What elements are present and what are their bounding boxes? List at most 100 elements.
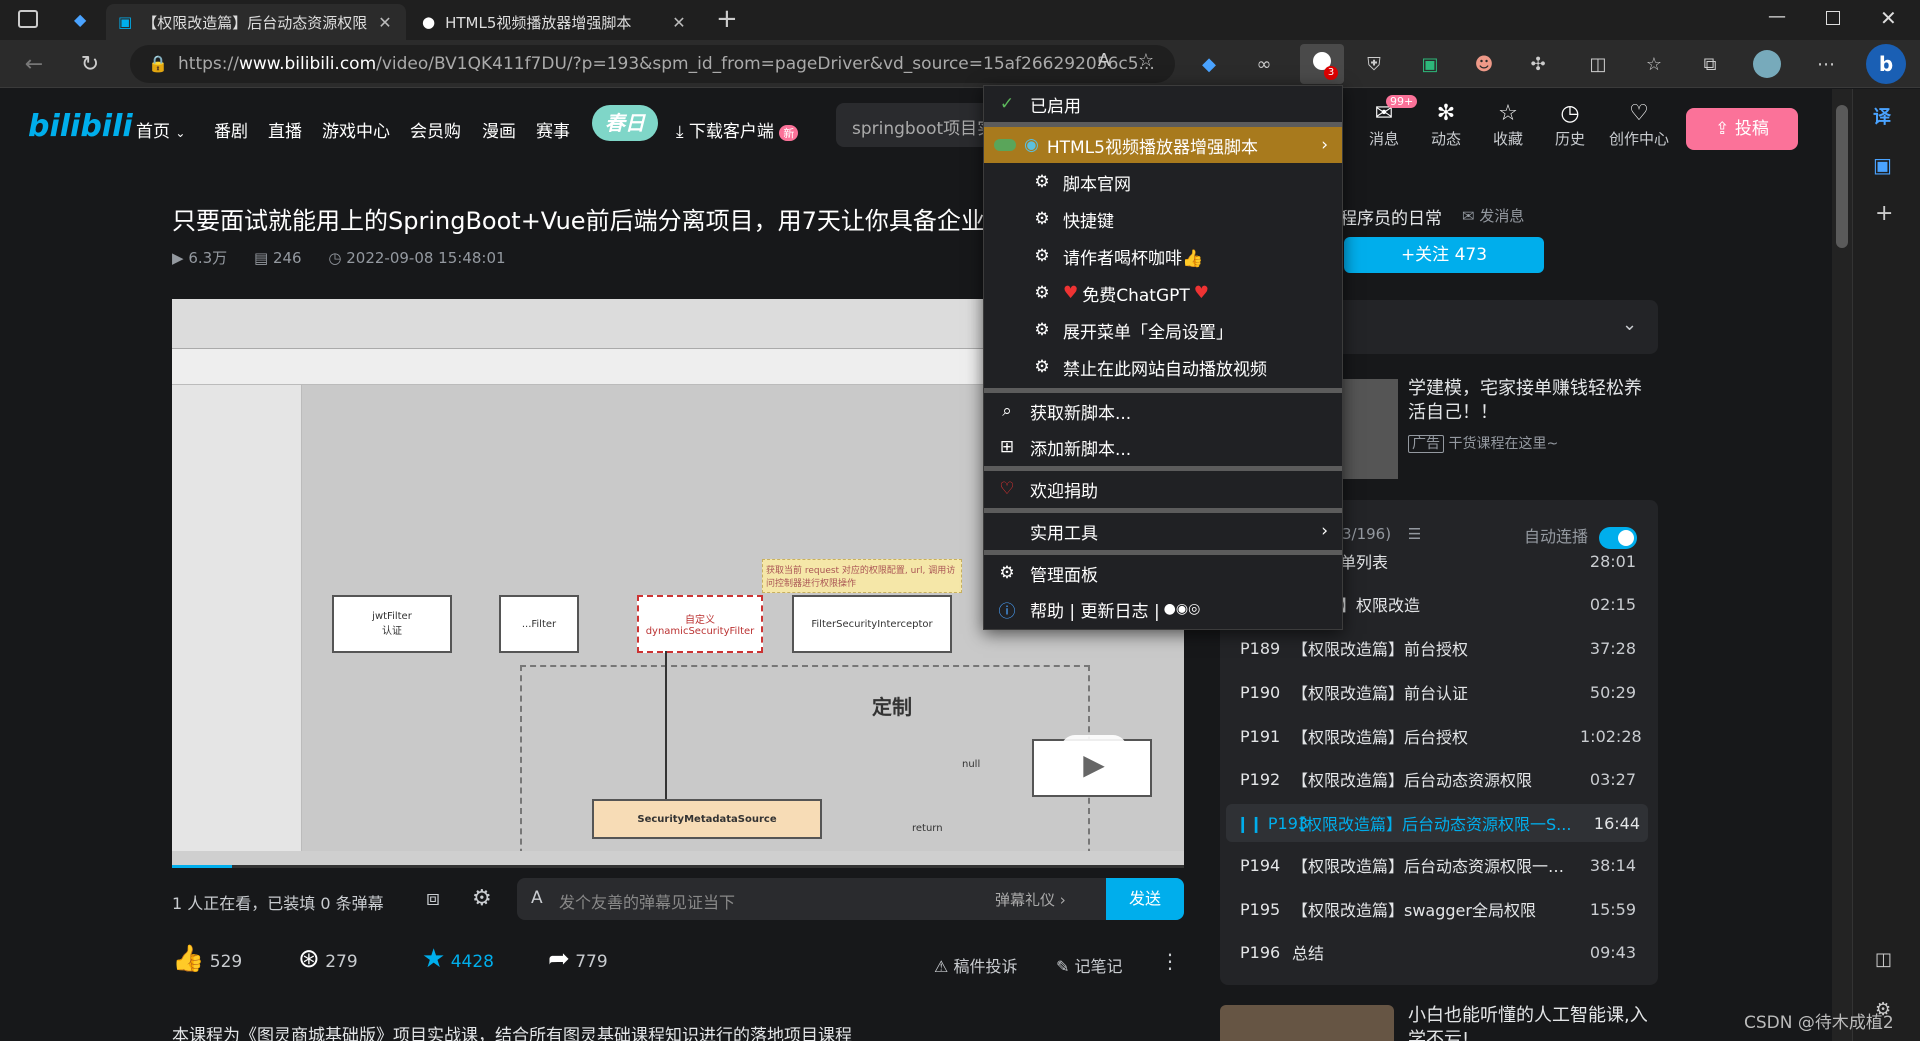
extension-infinity-icon[interactable]: ∞ <box>1250 50 1278 78</box>
translate-icon[interactable]: 译 <box>1873 103 1891 129</box>
add-sidebar-icon[interactable]: + <box>1875 201 1893 226</box>
bilibili-page: bilibili 首页 ⌄ 番剧 直播 游戏中心 会员购 漫画 赛事 春日 ⤓ … <box>0 89 1832 1041</box>
like-button[interactable]: 👍 529 <box>172 944 242 974</box>
back-icon[interactable]: ← <box>20 50 48 78</box>
send-message[interactable]: ✉ 发消息 <box>1462 205 1524 226</box>
coin-button[interactable]: ⊛ 279 <box>298 944 358 974</box>
follow-button[interactable]: +关注 473 <box>1344 237 1544 273</box>
playlist-item[interactable]: P196 总结 09:43 <box>1220 935 1650 969</box>
sidebar-layout-icon[interactable]: ◫ <box>1875 949 1892 970</box>
scroll-thumb[interactable] <box>1836 105 1848 248</box>
bilibili-sidebar-icon[interactable]: ▣ <box>1873 153 1892 177</box>
read-aloud-icon[interactable]: A <box>1090 46 1118 74</box>
download-client[interactable]: ⤓ 下载客户端 新 <box>676 117 799 142</box>
header-favorites[interactable]: ☆ 收藏 <box>1480 101 1536 149</box>
tampermonkey-button[interactable]: 3 <box>1300 44 1344 84</box>
close-tab-icon[interactable]: ✕ <box>670 13 688 32</box>
header-dynamic[interactable]: ✻ 动态 <box>1418 101 1474 149</box>
more-icon[interactable]: ⋯ <box>1812 50 1840 78</box>
close-tab-icon[interactable]: ✕ <box>376 13 394 32</box>
search-input[interactable]: springboot项目实 <box>836 103 996 147</box>
extensions-icon[interactable]: ✣ <box>1524 50 1552 78</box>
minimize-icon[interactable]: — <box>1768 6 1786 27</box>
report-button[interactable]: ⚠ 稿件投诉 <box>934 953 1017 977</box>
menu-script-site[interactable]: ⚙ 脚本官网 <box>984 164 1342 200</box>
playlist-item[interactable]: P190 【权限改造篇】前台认证 50:29 <box>1220 675 1650 709</box>
nav-live[interactable]: 直播 <box>268 117 302 142</box>
extension-gem-icon[interactable]: ◆ <box>1195 50 1223 78</box>
upload-button[interactable]: ⇪ 投稿 <box>1686 108 1798 150</box>
header-messages[interactable]: ✉ 消息 99+ <box>1356 95 1418 149</box>
nav-match[interactable]: 赛事 <box>536 117 570 142</box>
danmaku-settings-icon[interactable]: ⚙ <box>472 886 492 911</box>
tab-strip: ◆ ▣ 【权限改造篇】后台动态资源权限 ✕ ● HTML5视频播放器增强脚本 ✕… <box>0 0 1920 40</box>
share-button[interactable]: ➦ 779 <box>548 944 608 974</box>
nav-bangumi[interactable]: 番剧 <box>214 117 248 142</box>
menu-disable-autoplay[interactable]: ⚙ 禁止在此网站自动播放视频 <box>984 349 1342 385</box>
more-vertical-icon[interactable]: ⋮ <box>1160 949 1180 973</box>
play-icon[interactable]: ▶ <box>1061 735 1127 795</box>
shield-icon[interactable]: ⛨ <box>1360 50 1388 78</box>
new-tab-icon[interactable]: + <box>716 4 738 34</box>
script-toggle[interactable] <box>994 139 1016 151</box>
playlist-item[interactable]: P189 【权限改造篇】前台授权 37:28 <box>1220 631 1650 665</box>
progress-track[interactable] <box>172 865 1184 868</box>
profile-avatar[interactable] <box>1753 50 1781 78</box>
font-style-icon[interactable]: A <box>531 888 543 908</box>
menu-global-settings[interactable]: ⚙ 展开菜单「全局设置」 <box>984 312 1342 348</box>
menu-help[interactable]: ⓘ 帮助 | 更新日志 | ●◉◎ <box>984 591 1342 627</box>
collections-icon[interactable]: ⧉ <box>1696 50 1724 78</box>
maximize-icon[interactable] <box>1826 11 1840 25</box>
send-button[interactable]: 发送 <box>1106 878 1184 920</box>
rec-thumbnail[interactable] <box>1220 1005 1394 1041</box>
danmaku-input[interactable]: A 发个友善的弹幕见证当下 弹幕礼仪 › 发送 <box>517 878 1184 920</box>
list-icon[interactable]: ☰ <box>1408 525 1421 543</box>
playlist-item[interactable]: P195 【权限改造篇】swagger全局权限 15:59 <box>1220 892 1650 926</box>
playlist-item[interactable]: P191 【权限改造篇】后台授权 1:02:28 <box>1220 719 1650 753</box>
reload-icon[interactable]: ↻ <box>76 50 104 78</box>
nav-mall[interactable]: 会员购 <box>410 117 461 142</box>
tab-bilibili[interactable]: ▣ 【权限改造篇】后台动态资源权限 ✕ <box>106 4 406 40</box>
note-button[interactable]: ✎ 记笔记 <box>1056 953 1123 977</box>
menu-shortcuts[interactable]: ⚙ 快捷键 <box>984 201 1342 237</box>
menu-tools[interactable]: 实用工具 › <box>984 513 1342 549</box>
close-window-icon[interactable]: ✕ <box>1880 6 1897 30</box>
menu-dashboard[interactable]: ⚙ 管理面板 <box>984 555 1342 591</box>
danmaku-toggle-icon[interactable]: ⧈ <box>426 886 440 911</box>
ad-thumbnail[interactable] <box>1342 379 1398 479</box>
uploader-name[interactable]: 程序员的日常 <box>1340 204 1442 229</box>
tab-actions-icon[interactable] <box>18 10 38 28</box>
menu-enabled[interactable]: ✓ 已启用 <box>984 86 1342 122</box>
warning-icon: ⚠ <box>934 957 949 976</box>
danmaku-etiquette[interactable]: 弹幕礼仪 › <box>995 889 1066 910</box>
nav-home[interactable]: 首页 ⌄ <box>136 117 185 142</box>
address-bar[interactable]: 🔒 https://www.bilibili.com/video/BV1QK41… <box>130 45 1175 83</box>
menu-donate[interactable]: ♡ 欢迎捐助 <box>984 471 1342 507</box>
nav-game[interactable]: 游戏中心 <box>322 117 390 142</box>
menu-script-item[interactable]: ◉ HTML5视频播放器增强脚本 › <box>984 127 1342 163</box>
nav-manga[interactable]: 漫画 <box>482 117 516 142</box>
playlist-item[interactable]: P192 【权限改造篇】后台动态资源权限 03:27 <box>1220 762 1650 796</box>
ad-title[interactable]: 学建模，宅家接单赚钱轻松养活自己！！ <box>1408 377 1658 425</box>
menu-chatgpt[interactable]: ⚙ ♥ 免费ChatGPT ♥ <box>984 275 1342 311</box>
extension-green-icon[interactable]: ▣ <box>1416 50 1444 78</box>
header-history[interactable]: ◷ 历史 <box>1542 101 1598 149</box>
playlist-item[interactable]: P194 【权限改造篇】后台动态资源权限一代... 38:14 <box>1220 848 1650 882</box>
playlist-item-current[interactable]: ❙❙ P193 【权限改造篇】后台动态资源权限一S... 16:44 <box>1226 804 1648 842</box>
festival-banner[interactable]: 春日 <box>592 105 658 141</box>
add-favorite-icon[interactable]: ☆ <box>1132 46 1160 74</box>
rec-title[interactable]: 小白也能听懂的人工智能课,入学不亏! <box>1408 1004 1648 1041</box>
bing-icon[interactable]: b <box>1866 44 1906 84</box>
header-creator[interactable]: ♡ 创作中心 <box>1606 101 1672 149</box>
menu-coffee[interactable]: ⚙ 请作者喝杯咖啡👍 <box>984 238 1342 274</box>
menu-add-script[interactable]: ⊞ 添加新脚本... <box>984 429 1342 465</box>
bilibili-logo[interactable]: bilibili <box>28 109 133 144</box>
social-icons[interactable]: ●◉◎ <box>1164 601 1201 617</box>
extension-face-icon[interactable]: ☻ <box>1470 50 1498 78</box>
favorites-icon[interactable]: ☆ <box>1640 50 1668 78</box>
workspace-icon[interactable]: ◆ <box>74 10 86 29</box>
favorite-button[interactable]: ★ 4428 <box>422 944 494 974</box>
menu-get-scripts[interactable]: ⌕ 获取新脚本... <box>984 393 1342 429</box>
split-screen-icon[interactable]: ◫ <box>1584 50 1612 78</box>
tab-script[interactable]: ● HTML5视频播放器增强脚本 ✕ <box>410 4 700 40</box>
